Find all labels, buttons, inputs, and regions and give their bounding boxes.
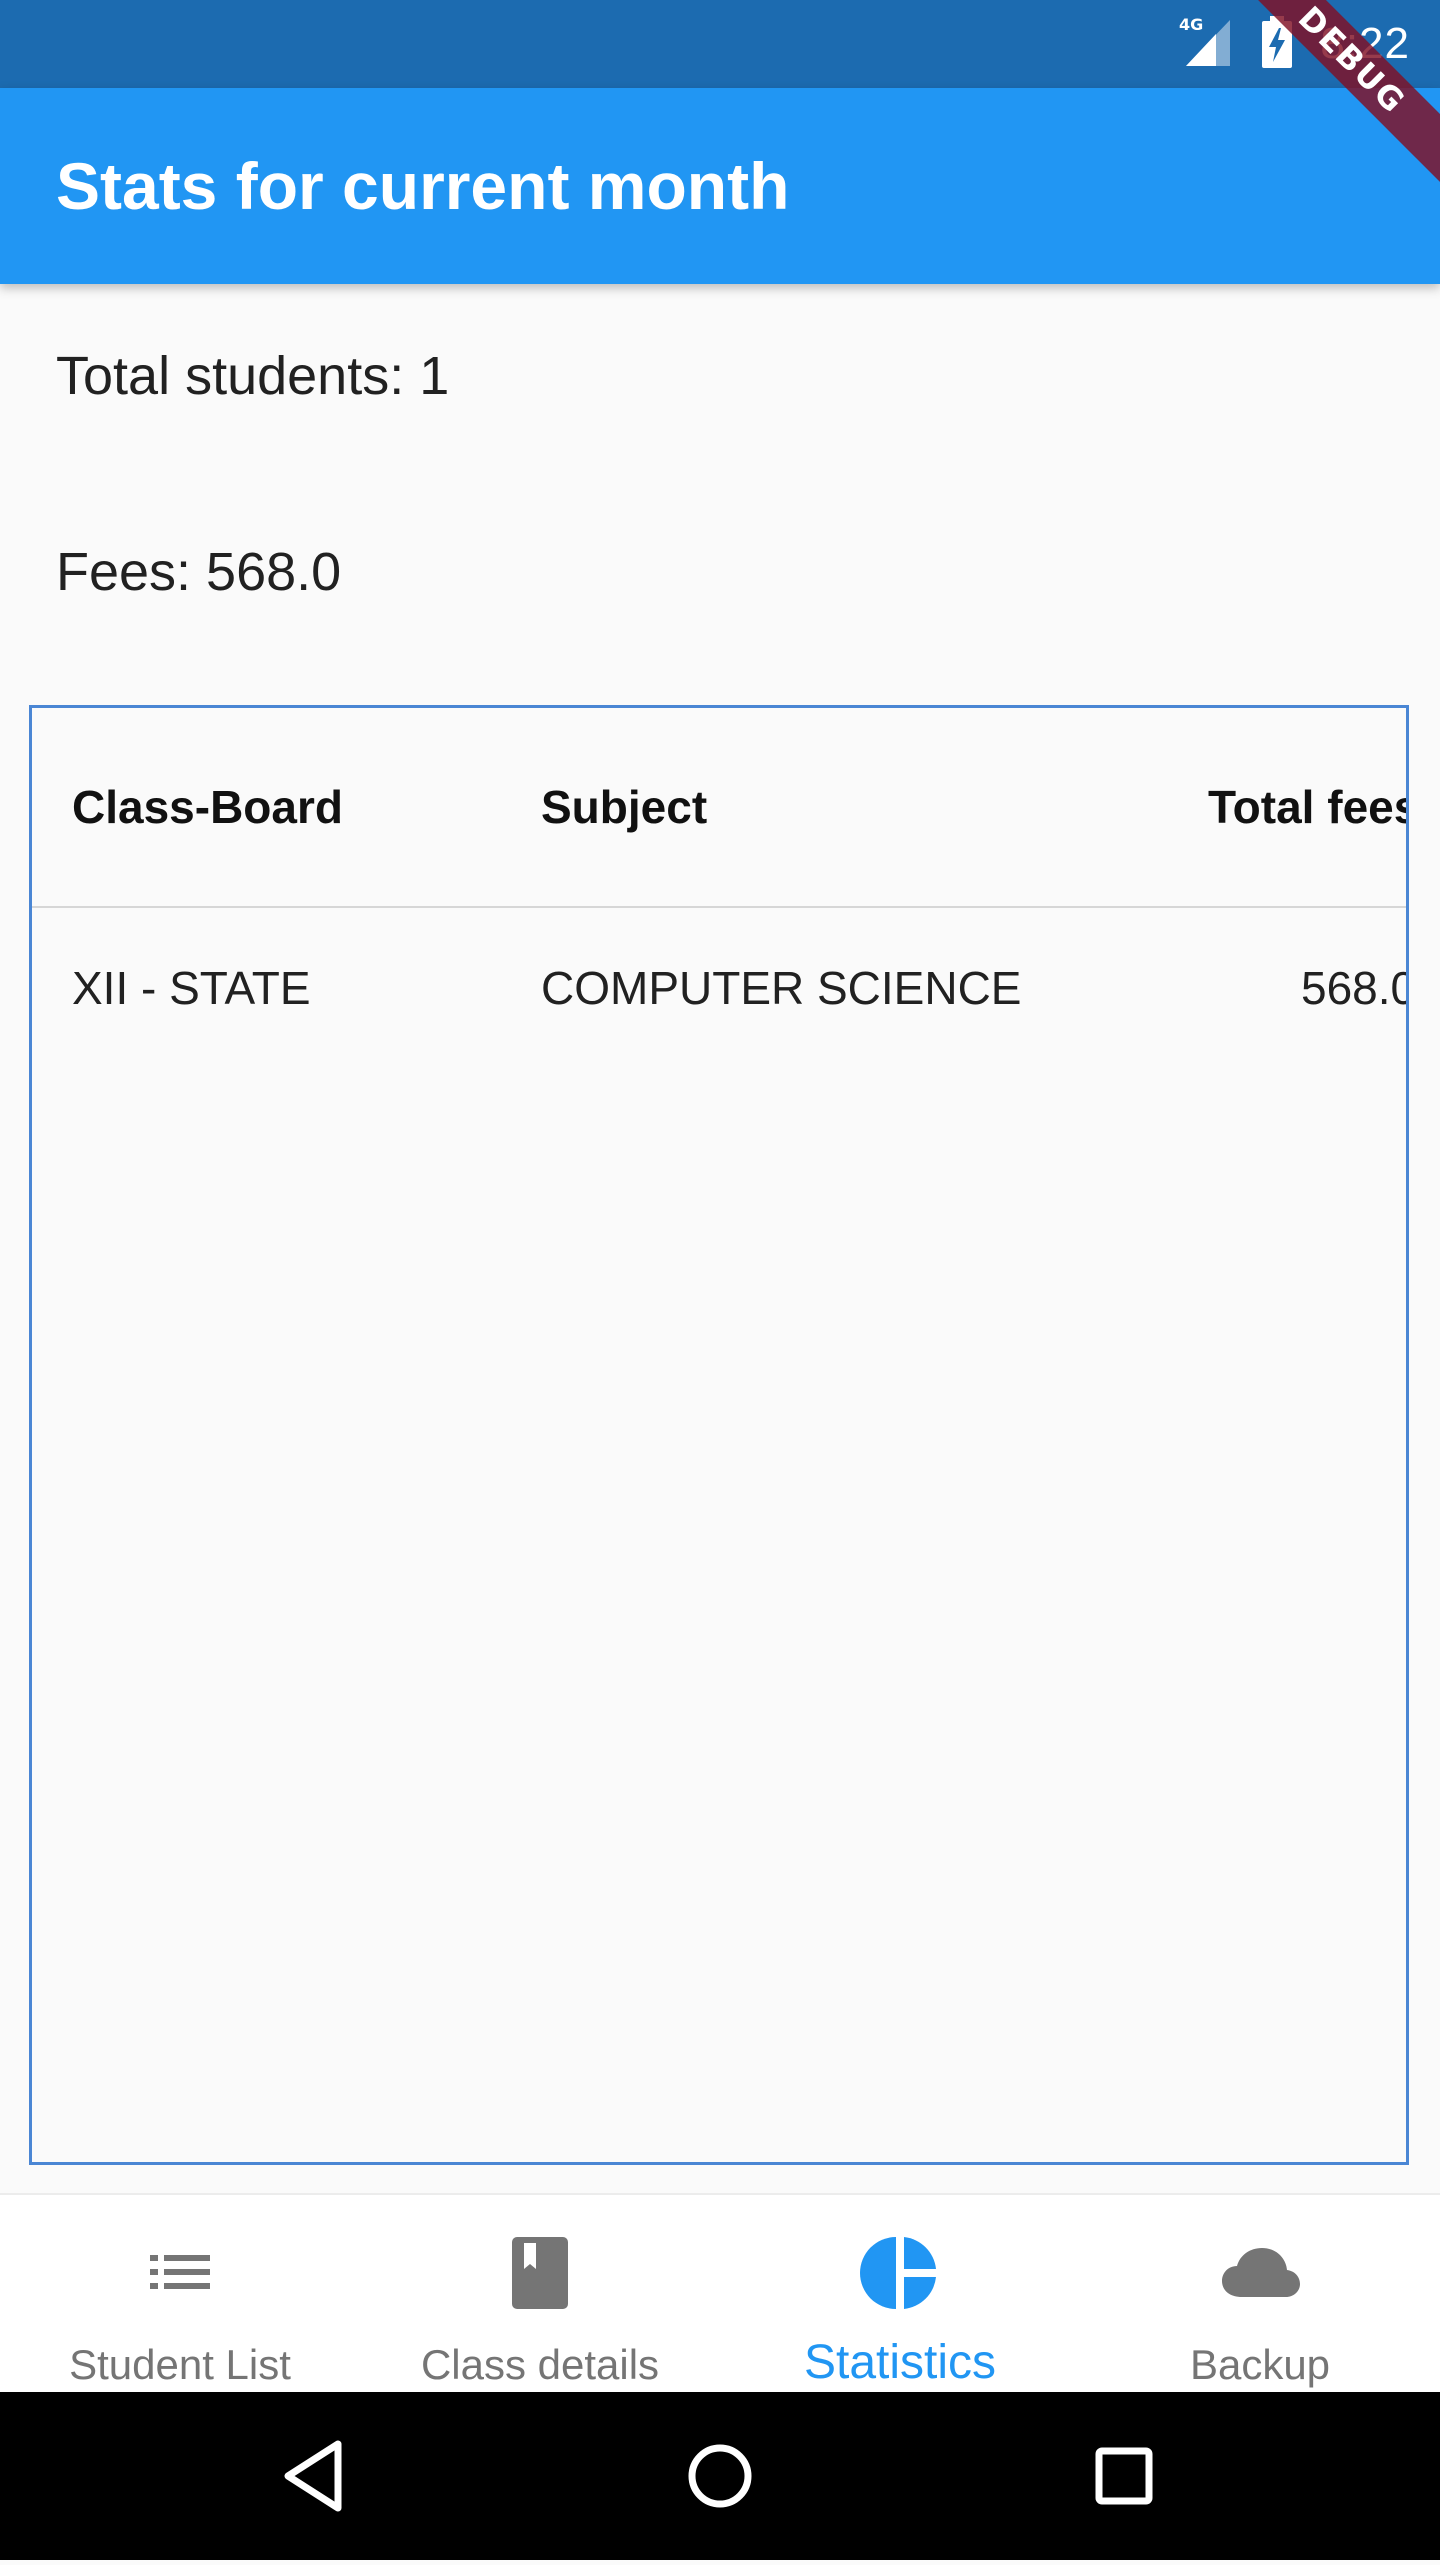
bottom-navigation: Student List Class details Statistics Ba… (0, 2193, 1440, 2394)
signal-4g-icon: 4G (1178, 14, 1234, 75)
system-navigation-bar (0, 2392, 1440, 2560)
nav-label-student-list: Student List (69, 2341, 291, 2388)
back-button[interactable] (232, 2392, 400, 2560)
table-header: Class-Board Subject Total fees (32, 708, 1409, 908)
nav-label-backup: Backup (1189, 2341, 1331, 2388)
nav-item-student-list[interactable]: Student List (0, 2195, 360, 2394)
status-bar: 4G 8:22 (0, 0, 1440, 88)
book-icon (500, 2233, 580, 2313)
nav-item-class-details[interactable]: Class details (360, 2195, 720, 2394)
nav-label-statistics: Statistics (803, 2336, 997, 2389)
table-row: XII - STATE COMPUTER SCIENCE 568.0 (32, 908, 1409, 1068)
home-button[interactable] (636, 2392, 804, 2560)
svg-text:4G: 4G (1179, 15, 1203, 34)
page-title: Stats for current month (56, 149, 790, 223)
back-triangle-icon (284, 2440, 342, 2512)
recent-apps-square-icon (1095, 2447, 1153, 2505)
home-circle-icon (688, 2444, 752, 2508)
app-bar: Stats for current month (0, 88, 1440, 284)
recent-apps-button[interactable] (1040, 2392, 1208, 2560)
nav-item-backup[interactable]: Backup (1080, 2195, 1440, 2394)
list-icon (140, 2233, 220, 2313)
total-students-text: Total students: 1 (56, 346, 450, 406)
cloud-icon (1220, 2233, 1300, 2313)
column-header-class-board: Class-Board (72, 781, 343, 833)
nav-item-statistics[interactable]: Statistics (720, 2195, 1080, 2394)
stats-table-panel[interactable]: Class-Board Subject Total fees XII - STA… (29, 705, 1409, 2165)
fees-text: Fees: 568.0 (56, 542, 342, 602)
cell-total-fees: 568.0 (1301, 962, 1409, 1014)
cell-class-board: XII - STATE (72, 962, 311, 1014)
pie-chart-icon (860, 2233, 940, 2313)
column-header-subject: Subject (541, 781, 708, 833)
cell-subject: COMPUTER SCIENCE (541, 962, 1022, 1014)
column-header-total-fees: Total fees (1208, 781, 1409, 833)
nav-label-class-details: Class details (420, 2341, 660, 2388)
